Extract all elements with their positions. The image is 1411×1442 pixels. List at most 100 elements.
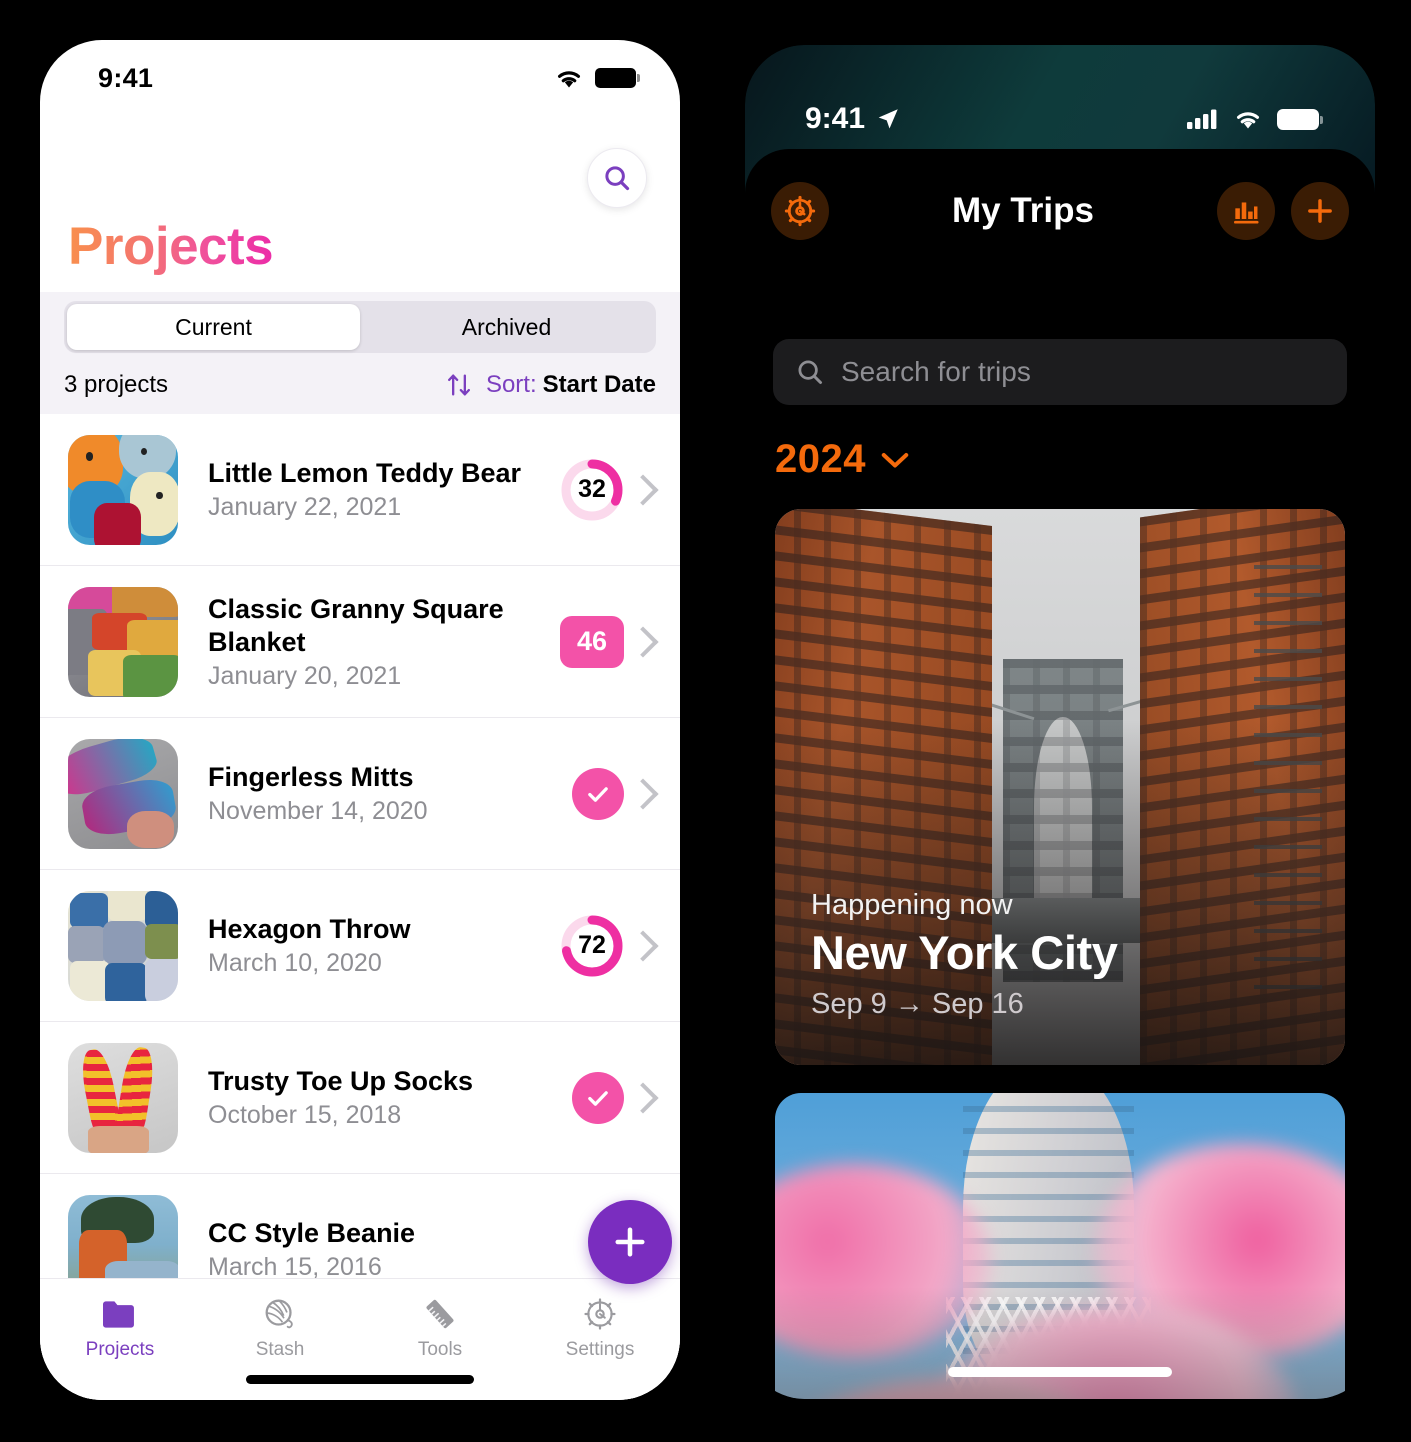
search-button[interactable]: [587, 148, 647, 208]
plus-icon: [615, 1227, 645, 1257]
status-badge: 46: [560, 615, 624, 668]
chevron-right-icon: [627, 473, 659, 506]
tab-label: Projects: [85, 1339, 155, 1360]
project-thumbnail: [68, 586, 178, 697]
search-bar[interactable]: Search for trips: [773, 339, 1347, 405]
check-icon: [588, 1090, 608, 1106]
list-header: Current Archived 3 projects Sort: Start …: [40, 292, 680, 414]
trips-list: Happening now New York City Sep 9 → Sep …: [775, 509, 1345, 1399]
progress-value: 32: [578, 475, 606, 503]
check-icon: [588, 786, 608, 802]
nav-actions: [1217, 182, 1349, 240]
left-phone-device: 9:41 Projects Current Archived 3 project…: [40, 40, 680, 1400]
right-status-bar: 9:41: [745, 45, 1375, 165]
right-phone-device: 9:41 My Trips Search for trips 2024 Happ…: [736, 36, 1384, 1408]
project-info: CC Style Beanie March 15, 2016: [178, 1217, 632, 1282]
granny-square-blanket-art: [68, 586, 178, 697]
list-meta-row: 3 projects Sort: Start Date: [64, 364, 656, 406]
list-item[interactable]: Trusty Toe Up Socks October 15, 2018: [40, 1022, 680, 1174]
project-date: March 10, 2020: [208, 949, 382, 977]
trip-card-tokyo-japan[interactable]: Starts in 19 days Tokyo, Japan Oct 1 → O…: [775, 1093, 1345, 1399]
home-indicator: [246, 1375, 474, 1384]
plus-icon: [1308, 199, 1332, 223]
tab-current[interactable]: Current: [67, 304, 360, 350]
bar-chart-icon: [1234, 202, 1259, 224]
project-title: Little Lemon Teddy Bear: [208, 458, 522, 488]
project-info: Classic Granny Square Blanket January 20…: [178, 593, 560, 691]
trip-card-text: Happening now New York City Sep 9 → Sep …: [811, 889, 1118, 1021]
page-title: Projects: [68, 217, 274, 276]
folder-icon: [103, 1301, 134, 1328]
progress-ring: 32: [560, 458, 624, 522]
project-title: Classic Granny Square Blanket: [208, 593, 504, 657]
tab-label: Tools: [417, 1339, 463, 1360]
status-time: 9:41: [805, 102, 866, 135]
project-status: 72: [560, 914, 659, 978]
project-thumbnail: [68, 890, 178, 1001]
chevron-down-icon: [881, 452, 909, 467]
tab-projects[interactable]: Projects: [40, 1279, 200, 1400]
app-sheet: My Trips Search for trips 2024 Happening…: [745, 149, 1375, 1399]
chevron-right-icon: [627, 1081, 659, 1114]
home-indicator: [948, 1367, 1172, 1377]
project-status: [572, 1071, 659, 1124]
sort-label: Sort:: [485, 371, 537, 398]
settings-button[interactable]: [771, 182, 829, 240]
search-icon: [798, 360, 822, 384]
wifi-icon: [553, 67, 585, 90]
card-gradient-overlay: [775, 1286, 1345, 1399]
status-indicators: [553, 67, 640, 90]
project-date: January 22, 2021: [208, 493, 402, 521]
complete-check-badge: [572, 1071, 624, 1124]
trip-dates: Sep 9 → Sep 16: [811, 988, 1024, 1020]
tab-label: Settings: [565, 1339, 635, 1360]
sort-control[interactable]: Sort: Start Date: [444, 371, 656, 399]
project-info: Trusty Toe Up Socks October 15, 2018: [178, 1065, 572, 1130]
tab-archived[interactable]: Archived: [360, 304, 653, 350]
project-date: November 14, 2020: [208, 797, 428, 825]
search-input[interactable]: Search for trips: [841, 356, 1031, 388]
search-icon: [605, 166, 630, 191]
segmented-control[interactable]: Current Archived: [64, 301, 656, 353]
list-item[interactable]: Classic Granny Square Blanket January 20…: [40, 566, 680, 718]
page-title: My Trips: [952, 191, 1094, 230]
status-indicators: [1187, 108, 1323, 131]
chevron-right-icon: [627, 625, 659, 658]
trip-card-new-york-city[interactable]: Happening now New York City Sep 9 → Sep …: [775, 509, 1345, 1065]
yarn-ball-icon: [265, 1299, 293, 1329]
screenshot-stage: 9:41 Projects Current Archived 3 project…: [0, 0, 1411, 1442]
progress-ring: 72: [560, 914, 624, 978]
project-date: October 15, 2018: [208, 1101, 402, 1129]
project-info: Little Lemon Teddy Bear January 22, 2021: [178, 457, 560, 522]
project-info: Hexagon Throw March 10, 2020: [178, 913, 560, 978]
trip-title: New York City: [811, 926, 1118, 979]
battery-icon: [595, 68, 640, 88]
status-time: 9:41: [98, 62, 154, 93]
trip-status: Happening now: [811, 889, 1013, 921]
add-trip-button[interactable]: [1291, 182, 1349, 240]
year-selector[interactable]: 2024: [775, 437, 910, 482]
project-title: Hexagon Throw: [208, 914, 411, 944]
year-label: 2024: [775, 437, 866, 481]
fingerless-mitts-art: [68, 738, 178, 849]
tab-settings[interactable]: Settings: [520, 1279, 680, 1400]
cellular-bars-icon: [1187, 109, 1217, 129]
project-count: 3 projects: [64, 371, 169, 398]
list-item[interactable]: Fingerless Mitts November 14, 2020: [40, 718, 680, 870]
tab-label: Stash: [255, 1339, 305, 1360]
project-thumbnail: [68, 1042, 178, 1153]
project-title: CC Style Beanie: [208, 1218, 416, 1248]
ruler-icon: [426, 1299, 454, 1329]
add-project-fab[interactable]: [588, 1200, 672, 1284]
list-item[interactable]: Hexagon Throw March 10, 2020 72: [40, 870, 680, 1022]
projects-list: Little Lemon Teddy Bear January 22, 2021…: [40, 414, 680, 1400]
status-time-group: 9:41: [805, 102, 901, 136]
wifi-icon: [1237, 111, 1259, 128]
list-item[interactable]: Little Lemon Teddy Bear January 22, 2021…: [40, 414, 680, 566]
gear-icon: [584, 1298, 616, 1330]
project-status: [572, 767, 659, 820]
stats-button[interactable]: [1217, 182, 1275, 240]
sort-value: Start Date: [542, 371, 656, 398]
project-info: Fingerless Mitts November 14, 2020: [178, 761, 572, 826]
chevron-right-icon: [627, 777, 659, 810]
